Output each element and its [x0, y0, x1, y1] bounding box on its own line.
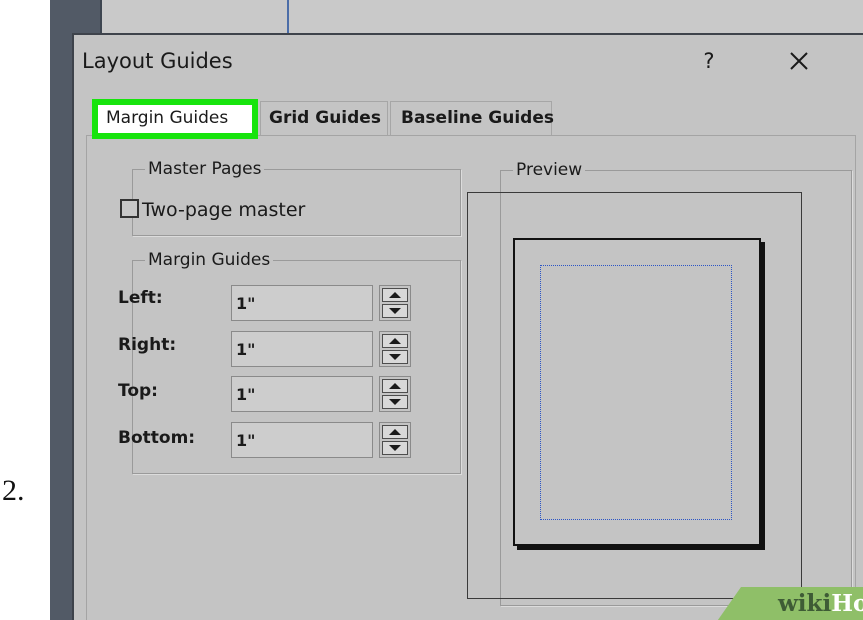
- spin-up-arrow-icon: [389, 429, 401, 435]
- left-margin-decrement-button[interactable]: [382, 304, 408, 318]
- help-button[interactable]: ?: [684, 41, 734, 81]
- close-icon: [790, 52, 808, 70]
- left-margin-label: Left:: [118, 288, 163, 308]
- bottom-margin-input[interactable]: 1": [231, 422, 373, 458]
- bottom-margin-label: Bottom:: [118, 428, 196, 448]
- left-margin-input[interactable]: 1": [231, 285, 373, 321]
- left-margin-spinner: [379, 285, 411, 321]
- tab-grid-guides[interactable]: Grid Guides: [260, 101, 388, 135]
- right-margin-spinner: [379, 331, 411, 367]
- top-margin-label: Top:: [118, 381, 158, 401]
- background-window: [100, 0, 863, 36]
- tab-baseline-guides[interactable]: Baseline Guides: [390, 101, 554, 135]
- top-margin-input[interactable]: 1": [231, 376, 373, 412]
- step-number: 2.: [2, 474, 25, 507]
- spin-down-arrow-icon: [389, 354, 401, 360]
- top-margin-spinner: [379, 376, 411, 412]
- right-margin-input[interactable]: 1": [231, 331, 373, 367]
- tab-strip: Margin Guides Grid Guides Baseline Guide…: [86, 99, 856, 139]
- bottom-margin-spinner: [379, 422, 411, 458]
- bottom-margin-decrement-button[interactable]: [382, 441, 408, 455]
- master-pages-group-title: Master Pages: [145, 158, 265, 180]
- left-margin-increment-button[interactable]: [382, 288, 408, 302]
- bottom-margin-increment-button[interactable]: [382, 425, 408, 439]
- preview-group-title: Preview: [513, 159, 586, 181]
- margin-guides-group-title: Margin Guides: [145, 249, 274, 271]
- two-page-master-label: Two-page master: [142, 199, 306, 221]
- top-margin-decrement-button[interactable]: [382, 395, 408, 409]
- dialog-title: Layout Guides: [82, 49, 233, 73]
- watermark-how: How: [831, 590, 863, 617]
- spin-down-arrow-icon: [389, 308, 401, 314]
- tab-margin-guides[interactable]: Margin Guides: [92, 99, 258, 139]
- preview-margin-guides: [540, 265, 732, 520]
- watermark-wiki: wiki: [778, 590, 832, 617]
- spin-down-arrow-icon: [389, 445, 401, 451]
- background-window-divider: [287, 0, 289, 34]
- right-margin-label: Right:: [118, 335, 177, 355]
- checkbox-box[interactable]: [120, 199, 139, 218]
- top-margin-increment-button[interactable]: [382, 379, 408, 393]
- right-margin-decrement-button[interactable]: [382, 350, 408, 364]
- watermark-logo: wikiHow: [778, 589, 863, 619]
- close-button[interactable]: [774, 41, 824, 81]
- spin-up-arrow-icon: [389, 292, 401, 298]
- spin-up-arrow-icon: [389, 338, 401, 344]
- right-margin-increment-button[interactable]: [382, 334, 408, 348]
- spin-up-arrow-icon: [389, 383, 401, 389]
- screenshot-frame: Layout Guides ? Margin Guides Grid Guide…: [50, 0, 863, 620]
- spin-down-arrow-icon: [389, 399, 401, 405]
